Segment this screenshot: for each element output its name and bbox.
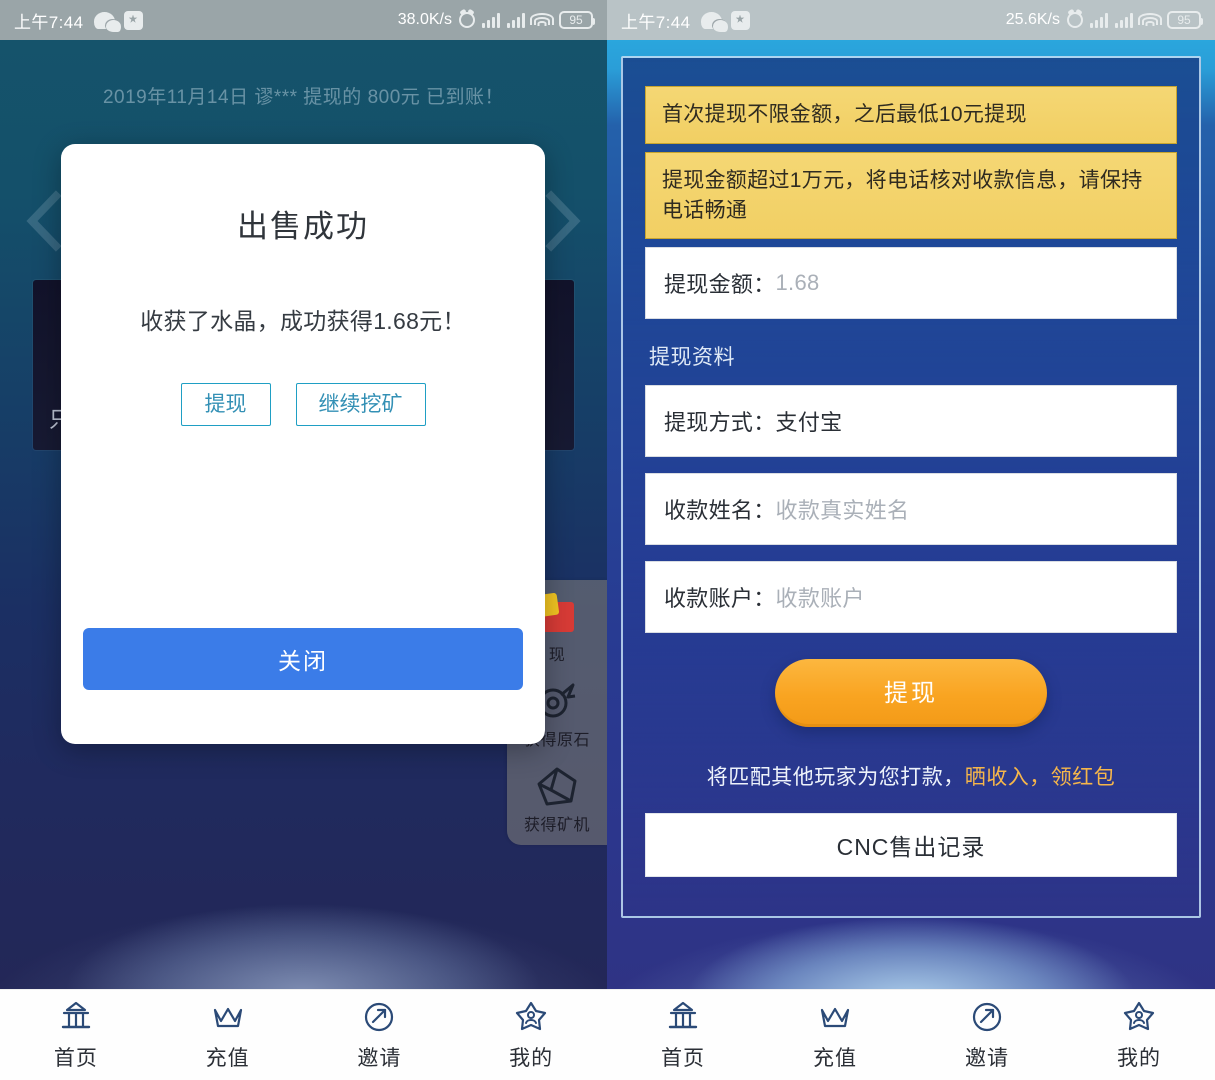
notice-banner-1: 首次提现不限金额，之后最低10元提现	[645, 86, 1177, 144]
tab-label: 我的	[1117, 1047, 1161, 1070]
withdraw-amount-field[interactable]: 提现金额： 1.68	[645, 247, 1177, 320]
tab-label: 首页	[53, 1047, 98, 1070]
tab-label: 邀请	[357, 1047, 402, 1070]
alarm-icon	[459, 12, 475, 28]
field-label: 收款账户：	[664, 586, 776, 612]
dock-label: 获得矿机	[523, 817, 590, 834]
status-time: 上午7:44	[621, 12, 691, 32]
signal-bars-icon	[507, 12, 525, 28]
status-bar-right: 上午7:44 25.6K/s 95	[607, 0, 1215, 40]
payout-marquee: 2019年11月14日 谬*** 提现的 800元 已到账！	[102, 87, 505, 108]
signal-bars-icon	[1090, 12, 1108, 28]
temple-icon	[664, 998, 702, 1036]
status-time: 上午7:44	[14, 12, 84, 32]
tagline-highlight: 晒收入，领红包	[964, 766, 1116, 790]
status-notification-icons	[93, 10, 143, 32]
notice-banner-2: 提现金额超过1万元，将电话核对收款信息，请保持电话畅通	[645, 151, 1177, 240]
alarm-icon	[1067, 12, 1083, 28]
tab-mine[interactable]: 我的	[455, 998, 607, 1072]
payee-account-input[interactable]: 收款账户	[776, 581, 865, 613]
field-label: 提现方式：	[664, 410, 776, 436]
carousel-next-icon[interactable]	[539, 190, 585, 252]
payment-method-value: 支付宝	[775, 410, 843, 436]
withdraw-panel: 首次提现不限金额，之后最低10元提现 提现金额超过1万元，将电话核对收款信息，请…	[621, 56, 1201, 918]
wifi-icon	[530, 12, 554, 28]
network-speed: 38.0K/s	[397, 11, 452, 28]
share-arrow-icon	[968, 998, 1006, 1036]
dock-label: 现	[548, 647, 566, 664]
temple-icon	[57, 998, 95, 1036]
tabbar-right: 首页 充值 邀请 我的	[607, 989, 1215, 1080]
tabbar-left: 首页 充值 邀请 我的	[0, 989, 607, 1080]
tagline-prefix: 将匹配其他玩家为您打款，	[706, 766, 965, 790]
continue-mining-button[interactable]: 继续挖矿	[295, 383, 426, 426]
mining-machine-icon	[535, 766, 579, 808]
submit-withdraw-button[interactable]: 提现	[775, 659, 1047, 728]
field-label: 提现金额：	[664, 272, 776, 298]
app-icon	[730, 10, 750, 30]
withdraw-button[interactable]: 提现	[180, 383, 271, 426]
dialog-title: 出售成功	[237, 209, 369, 244]
sale-success-dialog: 出售成功 收获了水晶，成功获得1.68元！ 提现 继续挖矿 关闭	[61, 144, 545, 744]
tab-recharge[interactable]: 充值	[152, 998, 304, 1072]
battery-icon: 95	[1167, 11, 1203, 29]
withdraw-amount-input[interactable]: 1.68	[776, 270, 820, 296]
tab-label: 邀请	[965, 1047, 1009, 1070]
dock-item-mining-machine[interactable]: 获得矿机	[507, 766, 607, 835]
app-icon	[123, 10, 143, 30]
left-screen: 上午7:44 38.0K/s 95 2019年11月14日 谬*** 提现的 8…	[0, 0, 607, 1080]
payee-name-field[interactable]: 收款姓名： 收款真实姓名	[645, 473, 1177, 546]
payee-name-input[interactable]: 收款真实姓名	[776, 493, 910, 525]
tab-label: 首页	[661, 1047, 705, 1070]
tab-home[interactable]: 首页	[0, 998, 152, 1072]
status-right-icons: 38.0K/s 95	[397, 11, 595, 29]
payee-account-field[interactable]: 收款账户： 收款账户	[645, 561, 1177, 634]
withdraw-button-wrap: 提现	[645, 659, 1177, 728]
status-notification-icons	[700, 10, 750, 32]
status-right-icons: 25.6K/s 95	[1005, 11, 1203, 29]
signal-bars-icon	[482, 12, 500, 28]
payment-method-field[interactable]: 提现方式： 支付宝	[645, 385, 1177, 458]
tab-invite[interactable]: 邀请	[304, 998, 456, 1072]
dialog-message: 收获了水晶，成功获得1.68元！	[140, 308, 466, 334]
signal-bars-icon	[1115, 12, 1133, 28]
field-label: 收款姓名：	[664, 498, 776, 524]
cnc-sell-record-button[interactable]: CNC售出记录	[645, 813, 1177, 878]
section-label: 提现资料	[649, 346, 735, 370]
star-person-icon	[1120, 998, 1158, 1036]
withdraw-tagline: 将匹配其他玩家为您打款，晒收入，领红包	[645, 761, 1177, 791]
share-arrow-icon	[360, 998, 398, 1036]
network-speed: 25.6K/s	[1005, 11, 1060, 28]
tab-label: 充值	[205, 1047, 250, 1070]
close-button[interactable]: 关闭	[83, 628, 523, 690]
tab-label: 我的	[509, 1047, 554, 1070]
tab-mine[interactable]: 我的	[1063, 998, 1215, 1072]
wechat-icon	[700, 11, 728, 32]
tab-invite[interactable]: 邀请	[911, 998, 1063, 1072]
crown-icon	[816, 998, 854, 1036]
dialog-actions: 提现 继续挖矿	[61, 383, 545, 426]
wifi-icon	[1138, 12, 1162, 28]
tab-recharge[interactable]: 充值	[759, 998, 911, 1072]
tab-home[interactable]: 首页	[607, 998, 759, 1072]
wechat-icon	[93, 11, 121, 32]
dual-screenshot: 上午7:44 38.0K/s 95 2019年11月14日 谬*** 提现的 8…	[0, 0, 1215, 1080]
battery-icon: 95	[559, 11, 595, 29]
status-bar-left: 上午7:44 38.0K/s 95	[0, 0, 607, 40]
game-screen-body: 2019年11月14日 谬*** 提现的 800元 已到账！ 只 现 获得原石 …	[0, 40, 607, 990]
crown-icon	[209, 998, 247, 1036]
dialog-spacer	[61, 426, 545, 628]
star-person-icon	[512, 998, 550, 1036]
withdraw-screen-body: 首次提现不限金额，之后最低10元提现 提现金额超过1万元，将电话核对收款信息，请…	[607, 40, 1215, 990]
right-screen: 上午7:44 25.6K/s 95 首次提现不限金额，之后最低10元提现 提现金…	[607, 0, 1215, 1080]
tab-label: 充值	[813, 1047, 857, 1070]
